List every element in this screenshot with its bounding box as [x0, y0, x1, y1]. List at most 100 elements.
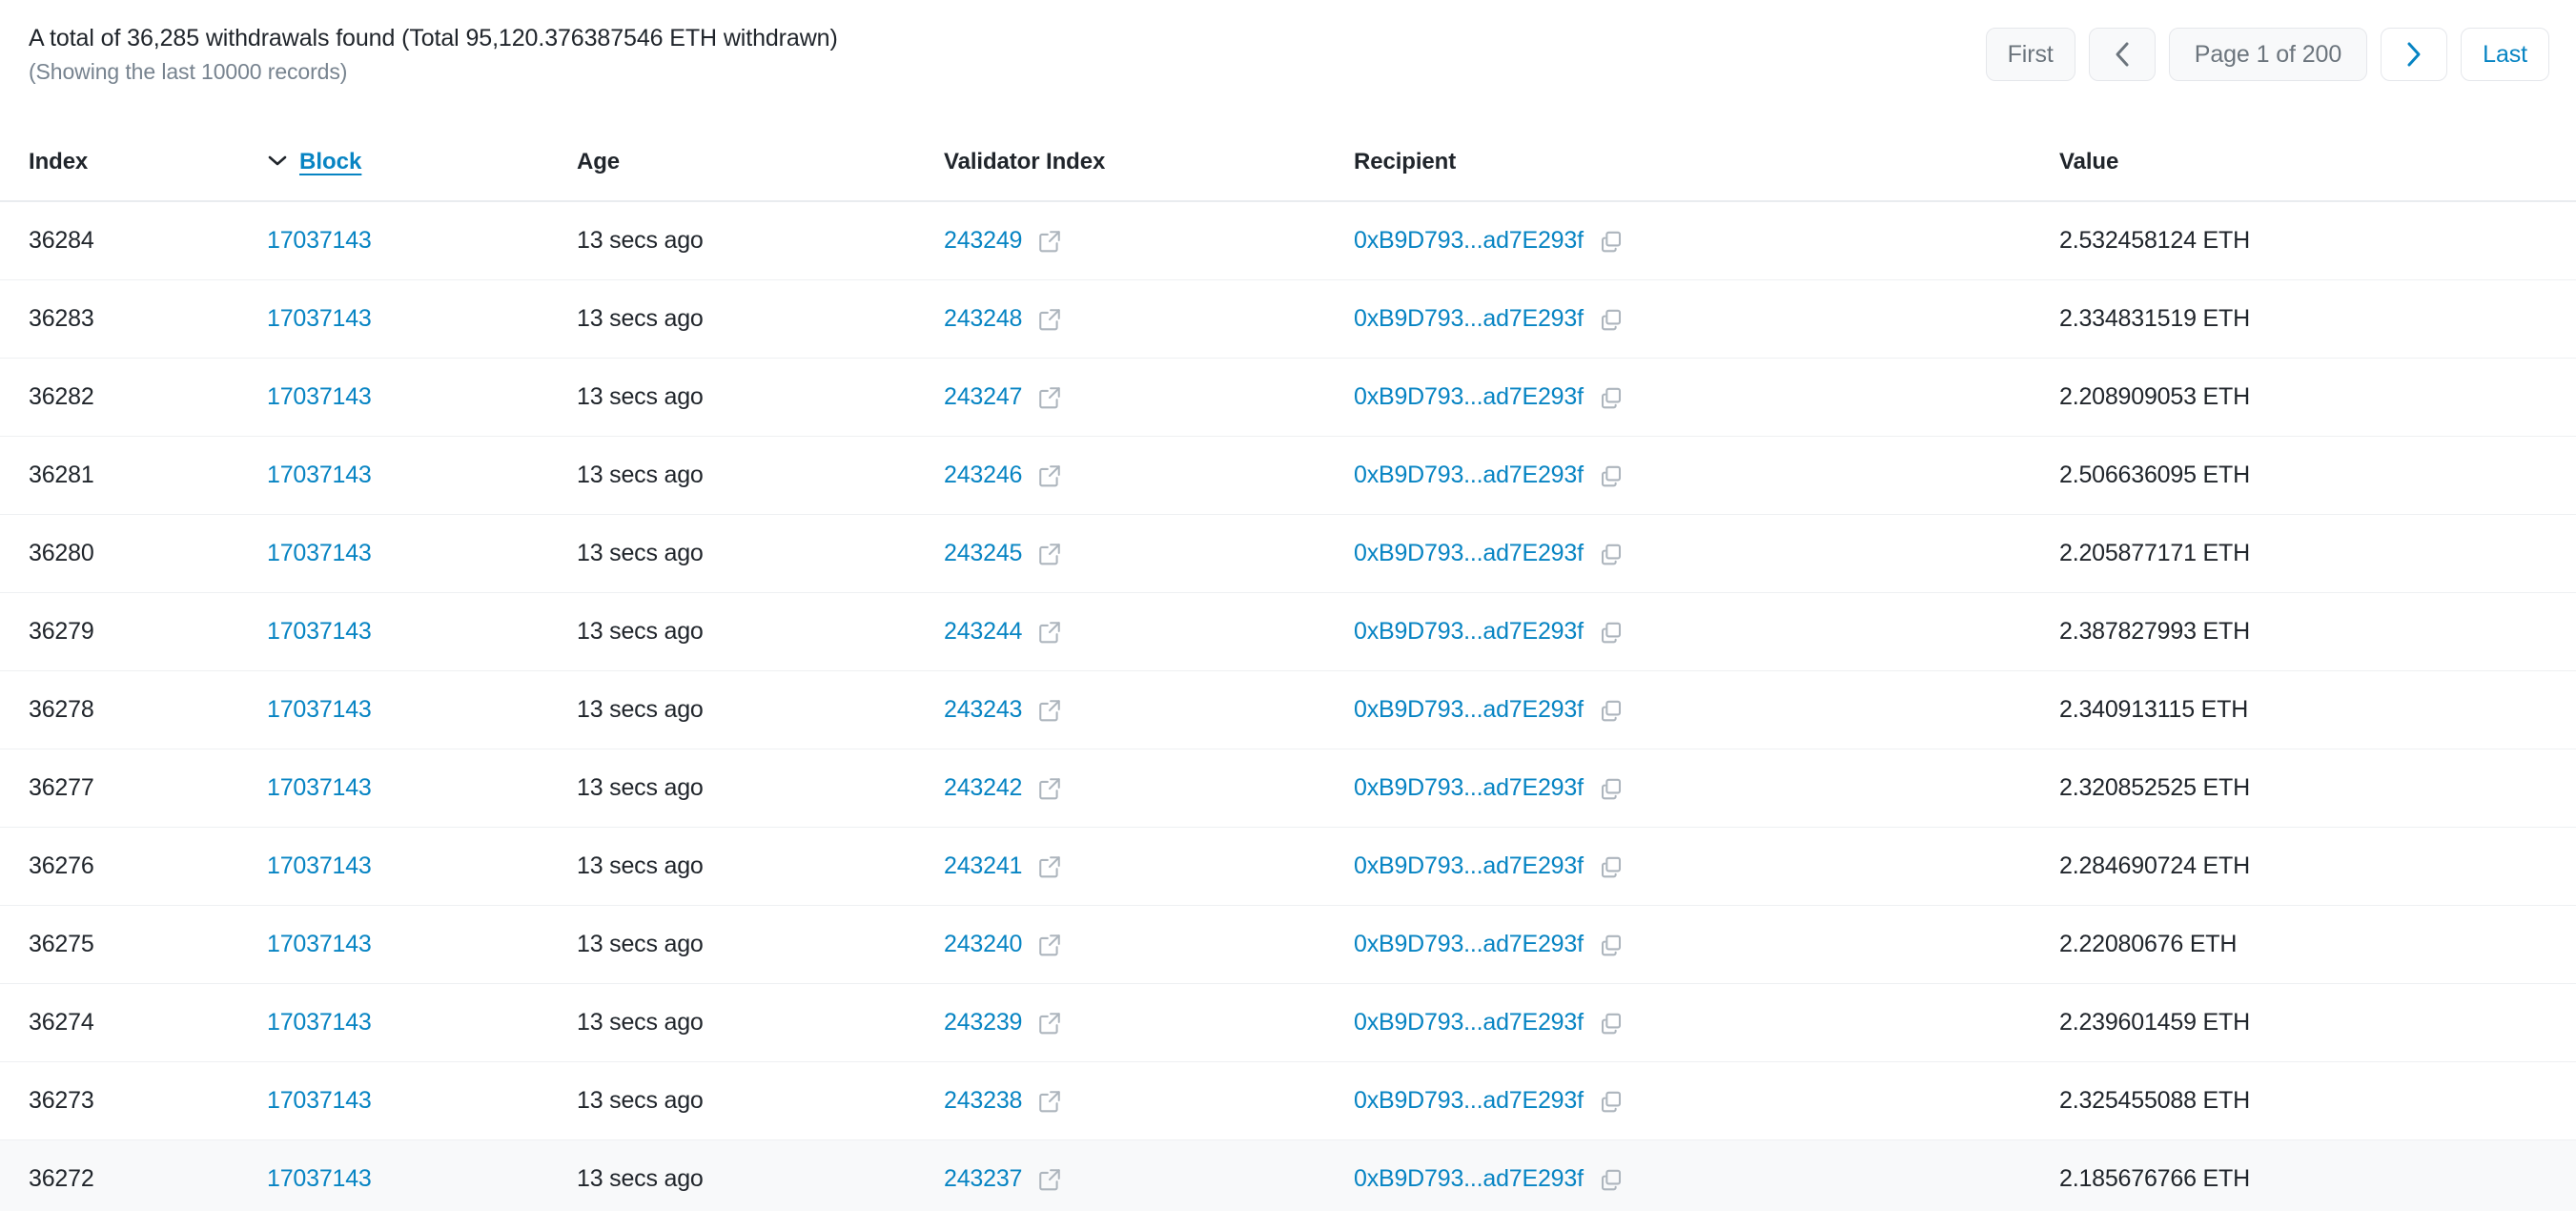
withdrawal-index: 36284 [29, 227, 94, 254]
external-link-icon[interactable] [1035, 1165, 1064, 1194]
block-link[interactable]: 17037143 [267, 227, 372, 255]
copy-icon[interactable] [1597, 774, 1625, 803]
external-link-icon[interactable] [1035, 305, 1064, 334]
cell-recipient: 0xB9D793...ad7E293f [1354, 383, 2059, 412]
age-text: 13 secs ago [577, 1165, 704, 1192]
external-link-icon[interactable] [1035, 1087, 1064, 1116]
copy-icon[interactable] [1597, 696, 1625, 725]
recipient-address-link[interactable]: 0xB9D793...ad7E293f [1354, 696, 1584, 724]
cell-validator-index: 243245 [944, 540, 1354, 568]
external-link-icon[interactable] [1035, 696, 1064, 725]
validator-index-link[interactable]: 243242 [944, 774, 1022, 802]
copy-icon[interactable] [1597, 383, 1625, 412]
cell-index: 36281 [29, 462, 267, 489]
pagination-next-button[interactable] [2381, 28, 2448, 81]
recipient-address-link[interactable]: 0xB9D793...ad7E293f [1354, 1087, 1584, 1115]
block-link[interactable]: 17037143 [267, 1165, 372, 1193]
block-link[interactable]: 17037143 [267, 305, 372, 333]
external-link-icon[interactable] [1035, 931, 1064, 959]
withdrawal-index: 36275 [29, 931, 94, 957]
block-link[interactable]: 17037143 [267, 618, 372, 646]
block-link[interactable]: 17037143 [267, 540, 372, 567]
withdrawal-index: 36279 [29, 618, 94, 645]
cell-recipient: 0xB9D793...ad7E293f [1354, 1087, 2059, 1116]
block-link[interactable]: 17037143 [267, 696, 372, 724]
validator-index-link[interactable]: 243245 [944, 540, 1022, 567]
withdrawal-index: 36282 [29, 383, 94, 410]
recipient-address-link[interactable]: 0xB9D793...ad7E293f [1354, 1165, 1584, 1193]
block-link[interactable]: 17037143 [267, 931, 372, 958]
validator-index-link[interactable]: 243239 [944, 1009, 1022, 1037]
cell-block: 17037143 [267, 462, 577, 489]
column-header-block-link[interactable]: Block [299, 149, 361, 175]
block-link[interactable]: 17037143 [267, 774, 372, 802]
cell-validator-index: 243248 [944, 305, 1354, 334]
copy-icon[interactable] [1597, 1165, 1625, 1194]
external-link-icon[interactable] [1035, 540, 1064, 568]
copy-icon[interactable] [1597, 1009, 1625, 1037]
table-row: 36274 17037143 13 secs ago 243239 0xB9D7… [0, 984, 2576, 1062]
pagination-prev-button[interactable] [2088, 28, 2156, 81]
cell-index: 36274 [29, 1009, 267, 1037]
recipient-address-link[interactable]: 0xB9D793...ad7E293f [1354, 618, 1584, 646]
block-link[interactable]: 17037143 [267, 383, 372, 411]
cell-recipient: 0xB9D793...ad7E293f [1354, 774, 2059, 803]
copy-icon[interactable] [1597, 618, 1625, 647]
validator-index-link[interactable]: 243240 [944, 931, 1022, 958]
withdrawal-index: 36273 [29, 1087, 94, 1114]
validator-index-link[interactable]: 243243 [944, 696, 1022, 724]
recipient-address-link[interactable]: 0xB9D793...ad7E293f [1354, 931, 1584, 958]
validator-index-link[interactable]: 243238 [944, 1087, 1022, 1115]
external-link-icon[interactable] [1035, 852, 1064, 881]
copy-icon[interactable] [1597, 462, 1625, 490]
cell-block: 17037143 [267, 774, 577, 802]
block-link[interactable]: 17037143 [267, 1087, 372, 1115]
cell-index: 36280 [29, 540, 267, 567]
table-body: 36284 17037143 13 secs ago 243249 0xB9D7… [0, 202, 2576, 1211]
copy-icon[interactable] [1597, 931, 1625, 959]
recipient-address-link[interactable]: 0xB9D793...ad7E293f [1354, 305, 1584, 333]
validator-index-link[interactable]: 243249 [944, 227, 1022, 255]
block-link[interactable]: 17037143 [267, 852, 372, 880]
block-link[interactable]: 17037143 [267, 462, 372, 489]
copy-icon[interactable] [1597, 852, 1625, 881]
cell-age: 13 secs ago [577, 696, 944, 724]
external-link-icon[interactable] [1035, 618, 1064, 647]
copy-icon[interactable] [1597, 1087, 1625, 1116]
copy-icon[interactable] [1597, 305, 1625, 334]
validator-index-link[interactable]: 243247 [944, 383, 1022, 411]
cell-value: 2.340913115 ETH [2059, 696, 2547, 724]
recipient-address-link[interactable]: 0xB9D793...ad7E293f [1354, 462, 1584, 489]
recipient-address-link[interactable]: 0xB9D793...ad7E293f [1354, 227, 1584, 255]
pagination-first-button[interactable]: First [1985, 28, 2075, 81]
age-text: 13 secs ago [577, 852, 704, 879]
pagination-last-button[interactable]: Last [2461, 28, 2549, 81]
recipient-address-link[interactable]: 0xB9D793...ad7E293f [1354, 852, 1584, 880]
external-link-icon[interactable] [1035, 462, 1064, 490]
validator-index-link[interactable]: 243244 [944, 618, 1022, 646]
recipient-address-link[interactable]: 0xB9D793...ad7E293f [1354, 1009, 1584, 1037]
validator-index-link[interactable]: 243246 [944, 462, 1022, 489]
external-link-icon[interactable] [1035, 1009, 1064, 1037]
column-header-index: Index [29, 149, 89, 174]
recipient-address-link[interactable]: 0xB9D793...ad7E293f [1354, 540, 1584, 567]
validator-index-link[interactable]: 243237 [944, 1165, 1022, 1193]
recipient-address-link[interactable]: 0xB9D793...ad7E293f [1354, 383, 1584, 411]
table-header-row: Index Block Age Validator Index Recipien… [0, 124, 2576, 202]
block-link[interactable]: 17037143 [267, 1009, 372, 1037]
copy-icon[interactable] [1597, 227, 1625, 256]
copy-icon[interactable] [1597, 540, 1625, 568]
external-link-icon[interactable] [1035, 383, 1064, 412]
cell-value: 2.532458124 ETH [2059, 227, 2547, 255]
column-header-block[interactable]: Block [267, 149, 577, 175]
validator-index-link[interactable]: 243241 [944, 852, 1022, 880]
cell-index: 36272 [29, 1165, 267, 1193]
external-link-icon[interactable] [1035, 774, 1064, 803]
cell-block: 17037143 [267, 540, 577, 567]
table-row: 36279 17037143 13 secs ago 243244 0xB9D7… [0, 593, 2576, 671]
recipient-address-link[interactable]: 0xB9D793...ad7E293f [1354, 774, 1584, 802]
validator-index-link[interactable]: 243248 [944, 305, 1022, 333]
external-link-icon[interactable] [1035, 227, 1064, 256]
cell-validator-index: 243241 [944, 852, 1354, 881]
cell-recipient: 0xB9D793...ad7E293f [1354, 462, 2059, 490]
